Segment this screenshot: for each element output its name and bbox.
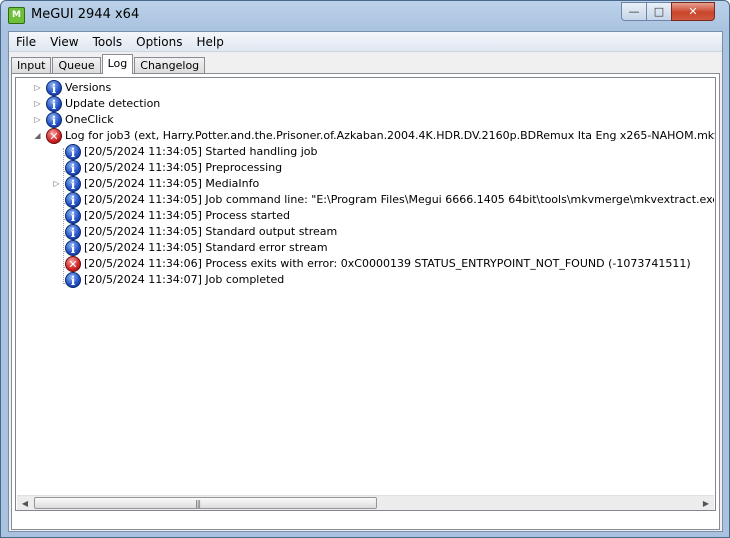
menu-bar: File View Tools Options Help — [9, 32, 722, 52]
log-tree-view[interactable]: ▷ i Versions ▷ i Update detection ▷ i On… — [15, 77, 716, 511]
log-entry[interactable]: i [20/5/2024 11:34:05] Process started — [16, 208, 714, 224]
scroll-right-icon[interactable]: ▶ — [698, 496, 714, 510]
expand-arrow-icon[interactable]: ▷ — [33, 99, 42, 108]
menu-tools[interactable]: Tools — [86, 32, 130, 52]
log-entry-text: [20/5/2024 11:34:06] Process exits with … — [84, 257, 691, 270]
tab-input[interactable]: Input — [11, 57, 52, 74]
log-entry-text: [20/5/2024 11:34:05] Process started — [84, 209, 290, 222]
info-icon: i — [65, 176, 81, 192]
log-entry[interactable]: i [20/5/2024 11:34:05] Standard error st… — [16, 240, 714, 256]
info-icon: i — [46, 112, 62, 128]
error-icon: ✕ — [46, 128, 62, 144]
info-icon: i — [46, 80, 62, 96]
main-window: M MeGUI 2944 x64 — □ ✕ File View Tools O… — [0, 0, 730, 538]
tree-node-label: Log for job3 (ext, Harry.Potter.and.the.… — [65, 129, 716, 142]
menu-view[interactable]: View — [43, 32, 85, 52]
collapse-arrow-icon[interactable]: ◢ — [33, 131, 42, 140]
info-icon: i — [65, 144, 81, 160]
tab-changelog[interactable]: Changelog — [134, 57, 206, 74]
close-button[interactable]: ✕ — [671, 2, 715, 21]
log-entry-text: [20/5/2024 11:34:05] MediaInfo — [84, 177, 260, 190]
tree-node-update-detection[interactable]: ▷ i Update detection — [16, 96, 706, 112]
menu-help[interactable]: Help — [189, 32, 230, 52]
maximize-button[interactable]: □ — [646, 2, 672, 21]
tree-node-versions[interactable]: ▷ i Versions — [16, 80, 706, 96]
window-title: MeGUI 2944 x64 — [31, 7, 140, 22]
tree-node-label: OneClick — [65, 113, 114, 126]
log-entry-text: [20/5/2024 11:34:05] Job command line: "… — [84, 193, 714, 206]
menu-options[interactable]: Options — [129, 32, 189, 52]
log-entry[interactable]: i [20/5/2024 11:34:05] Job command line:… — [16, 192, 714, 208]
expand-arrow-icon[interactable]: ▷ — [52, 179, 61, 188]
scroll-left-icon[interactable]: ◀ — [17, 496, 33, 510]
scrollbar-grip-icon: ||| — [195, 499, 201, 508]
tree-node-label: Versions — [65, 81, 112, 94]
info-icon: i — [65, 272, 81, 288]
tab-queue[interactable]: Queue — [52, 57, 101, 74]
log-entry-text: [20/5/2024 11:34:05] Preprocessing — [84, 161, 283, 174]
log-tab-panel: ▷ i Versions ▷ i Update detection ▷ i On… — [11, 73, 720, 530]
tree-node-job-log[interactable]: ◢ ✕ Log for job3 (ext, Harry.Potter.and.… — [16, 128, 716, 144]
expand-arrow-icon[interactable]: ▷ — [33, 83, 42, 92]
client-area: File View Tools Options Help Input Queue… — [8, 31, 723, 532]
info-icon: i — [65, 160, 81, 176]
horizontal-scrollbar[interactable]: ◀ ||| ▶ — [17, 495, 714, 510]
tab-log[interactable]: Log — [101, 54, 134, 74]
log-entry[interactable]: i [20/5/2024 11:34:05] Started handling … — [16, 144, 714, 160]
log-entry[interactable]: i [20/5/2024 11:34:07] Job completed — [16, 272, 714, 288]
tree-node-label: Update detection — [65, 97, 161, 110]
log-entry[interactable]: i [20/5/2024 11:34:05] Preprocessing — [16, 160, 714, 176]
expand-arrow-icon[interactable]: ▷ — [33, 115, 42, 124]
info-icon: i — [65, 192, 81, 208]
log-entry-text: [20/5/2024 11:34:05] Started handling jo… — [84, 145, 318, 158]
error-icon: ✕ — [65, 256, 81, 272]
menu-file[interactable]: File — [9, 32, 43, 52]
tab-strip: Input Queue Log Changelog — [11, 54, 206, 74]
minimize-button[interactable]: — — [621, 2, 647, 21]
title-bar[interactable]: M MeGUI 2944 x64 — □ ✕ — [1, 1, 729, 31]
log-entry[interactable]: i [20/5/2024 11:34:05] Standard output s… — [16, 224, 714, 240]
log-entry-text: [20/5/2024 11:34:07] Job completed — [84, 273, 285, 286]
log-entry-text: [20/5/2024 11:34:05] Standard output str… — [84, 225, 338, 238]
scrollbar-thumb[interactable]: ||| — [34, 497, 377, 509]
log-entry-text: [20/5/2024 11:34:05] Standard error stre… — [84, 241, 328, 254]
info-icon: i — [65, 208, 81, 224]
info-icon: i — [65, 224, 81, 240]
info-icon: i — [65, 240, 81, 256]
info-icon: i — [46, 96, 62, 112]
tree-node-oneclick[interactable]: ▷ i OneClick — [16, 112, 706, 128]
log-entry-error[interactable]: ✕ [20/5/2024 11:34:06] Process exits wit… — [16, 256, 714, 272]
log-entry-mediainfo[interactable]: ▷ i [20/5/2024 11:34:05] MediaInfo — [16, 176, 714, 192]
megui-app-icon[interactable]: M — [8, 7, 25, 24]
